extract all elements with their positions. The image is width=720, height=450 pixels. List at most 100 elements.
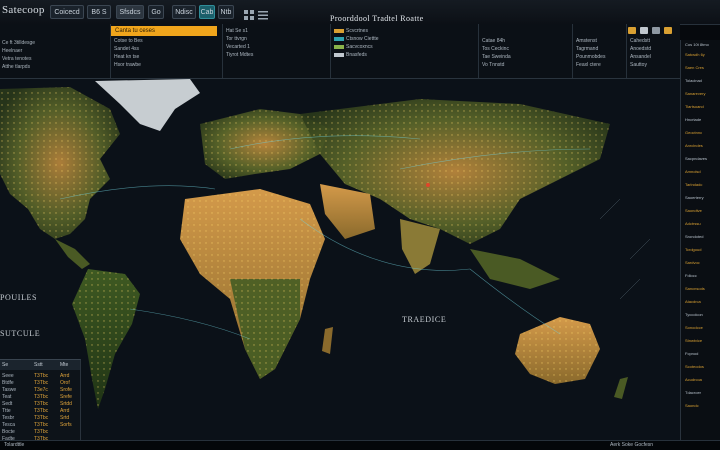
- right-panel-row[interactable]: Saen Cres: [685, 65, 719, 70]
- header-column-line: Hat Se s1: [226, 28, 248, 34]
- right-panel-row[interactable]: Tyccolcon: [685, 312, 719, 317]
- header-column-5: Amstenst Tagrmand Pounmobdes Feaxl ctere: [572, 24, 623, 78]
- southeast-asia: [470, 249, 560, 289]
- right-panel: Cos 10t 8tmo Satcsdh 6y Saen Cres Tolacina…: [680, 40, 720, 450]
- table-cell: Taswe: [2, 387, 17, 393]
- header-column-line: Tae Sweinda: [482, 54, 511, 60]
- column-header[interactable]: Sstt: [34, 362, 43, 368]
- header-column-line: Catae 84h: [482, 38, 506, 44]
- right-panel-row[interactable]: Tolacinad: [685, 78, 719, 83]
- right-panel-row[interactable]: Sonodcce: [685, 325, 719, 330]
- toolbar-button-1[interactable]: Coicecd: [50, 5, 84, 19]
- india: [400, 219, 440, 274]
- header-column-line: Tor ttvrgn: [226, 36, 247, 42]
- right-panel-row[interactable]: Saoerterry: [685, 195, 719, 200]
- header-column-line: Sandet 4ss: [114, 46, 140, 52]
- right-panel-row[interactable]: Sanarevery: [685, 91, 719, 96]
- header-column-1: Cotse to Bes Sandet 4ss Heat kn tse Hsor…: [110, 24, 217, 78]
- right-panel-row[interactable]: Tarlndadc: [685, 182, 719, 187]
- right-panel-row[interactable]: Saondc: [685, 403, 719, 408]
- toolbar-button-6[interactable]: Ntb: [218, 5, 234, 19]
- table-cell: Arrd: [60, 373, 70, 379]
- right-panel-row[interactable]: Acudrcoa: [685, 377, 719, 382]
- new-zealand: [614, 377, 628, 399]
- toolbar-button-5[interactable]: Cab: [199, 5, 215, 19]
- madagascar: [322, 327, 333, 354]
- header-column-line: Scvcrtnes: [346, 28, 368, 34]
- notification-icon[interactable]: [664, 27, 672, 34]
- right-panel-row[interactable]: Atacdrca: [685, 299, 719, 304]
- list-icon[interactable]: [258, 7, 268, 20]
- header-column-line: Tiyrot Mdtes: [226, 52, 254, 58]
- table-cell: T3Tbc: [34, 429, 49, 435]
- toolbar-button-3[interactable]: Sfsdcs: [116, 5, 144, 19]
- header-column-line: Tos Ceckinc: [482, 46, 509, 52]
- header-column-line: Vecarted 1: [226, 44, 250, 50]
- top-toolbar: Satecoop Coicecd B6 S Sfsdcs Go Ndisc Ca…: [0, 0, 720, 25]
- table-cell: T3e7c: [34, 387, 48, 393]
- table-cell: T3Tbc: [34, 401, 49, 407]
- right-panel-row[interactable]: Srondoted: [685, 234, 719, 239]
- right-panel-row[interactable]: Sardvoc: [685, 260, 719, 265]
- right-panel-row[interactable]: Scoteodos: [685, 364, 719, 369]
- app-logo: Satecoop: [2, 4, 45, 16]
- toolbar-button-go[interactable]: Go: [148, 5, 164, 19]
- status-right: Aerk Soke Gocfesn: [610, 442, 654, 448]
- alert-icon[interactable]: [628, 27, 636, 34]
- right-panel-row[interactable]: Tiartsoand: [685, 104, 719, 109]
- table-cell: T3Tbc: [34, 380, 49, 386]
- app-window: Satecoop Coicecd B6 S Sfsdcs Go Ndisc Ca…: [0, 0, 720, 450]
- table-cell: Srtd: [60, 415, 70, 421]
- header-left-line: Ce ft 3tilldesge: [2, 40, 36, 46]
- right-panel-row[interactable]: Adctrssu: [685, 221, 719, 226]
- map-label: SUTCULE: [0, 329, 41, 338]
- header-left-line: Heelnaer: [2, 48, 23, 54]
- grid-icon[interactable]: [244, 7, 254, 20]
- right-panel-row[interactable]: Sancnsods: [685, 286, 719, 291]
- right-panel-row[interactable]: Tcrdgoud: [685, 247, 719, 252]
- right-panel-row[interactable]: Fcpnod: [685, 351, 719, 356]
- right-panel-row[interactable]: Saondtve: [685, 208, 719, 213]
- right-panel-row[interactable]: Fdlocc: [685, 273, 719, 278]
- table-cell: T3Tbc: [34, 408, 49, 414]
- right-panel-row[interactable]: Anrclndes: [685, 143, 719, 148]
- right-panel-row[interactable]: Amnolsd: [685, 169, 719, 174]
- header-column-line: Sauttoy: [630, 62, 647, 68]
- world-map[interactable]: POUILES SUTCULE TRAEDICE: [0, 78, 680, 441]
- right-panel-row[interactable]: Satcsdh 6y: [685, 52, 719, 57]
- legend-chip: [334, 52, 344, 57]
- table-cell: Tesbr: [2, 415, 15, 421]
- table-cell: Srofe: [60, 387, 72, 393]
- table-cell: Srtdd: [60, 401, 72, 407]
- table-cell: Tesca: [2, 422, 16, 428]
- table-cell: Sedt: [2, 401, 13, 407]
- column-header[interactable]: Se: [2, 362, 8, 368]
- right-panel-row[interactable]: Tdacroer: [685, 390, 719, 395]
- header-column-line: Heat kn tse: [114, 54, 140, 60]
- header-column-line: Ansandel: [630, 54, 651, 60]
- right-panel-row[interactable]: Stnwtvice: [685, 338, 719, 343]
- central-america: [55, 239, 90, 269]
- table-cell: Bocte: [2, 429, 15, 435]
- table-cell: Arrd: [60, 408, 70, 414]
- header-column-line: Feaxl ctere: [576, 62, 601, 68]
- header-column-line: Pounmobdes: [576, 54, 606, 60]
- table-cell: Ttte: [2, 408, 11, 414]
- header-column-line: Amstenst: [576, 38, 597, 44]
- header-column-3: Scvcrtnes Ctsnow Ciettte Sacvcoxncs Bnas…: [330, 24, 471, 78]
- header-column-2: Hat Se s1 Tor ttvrgn Vecarted 1 Tiyrot M…: [222, 24, 327, 78]
- status-left: Tolardttle: [4, 442, 25, 448]
- header-column-line: Bnasfeds: [346, 52, 367, 58]
- right-panel-row[interactable]: Sacpndaves: [685, 156, 719, 161]
- table-cell: T3Tbc: [34, 394, 49, 400]
- table-cell: Teat: [2, 394, 12, 400]
- toolbar-button-4[interactable]: Ndisc: [172, 5, 196, 19]
- user-icon[interactable]: [640, 27, 648, 34]
- toolbar-button-2[interactable]: B6 S: [87, 5, 111, 19]
- right-panel-row[interactable]: Geoctnnc: [685, 130, 719, 135]
- column-header[interactable]: Mte: [60, 362, 68, 368]
- header-left-line: Atthe tlarpds: [2, 64, 31, 70]
- right-panel-row[interactable]: Hncrtade: [685, 117, 719, 122]
- settings-icon[interactable]: [652, 27, 660, 34]
- header-left-info: Ce ft 3tilldesge Heelnaer Vetra tenotes …: [0, 40, 100, 76]
